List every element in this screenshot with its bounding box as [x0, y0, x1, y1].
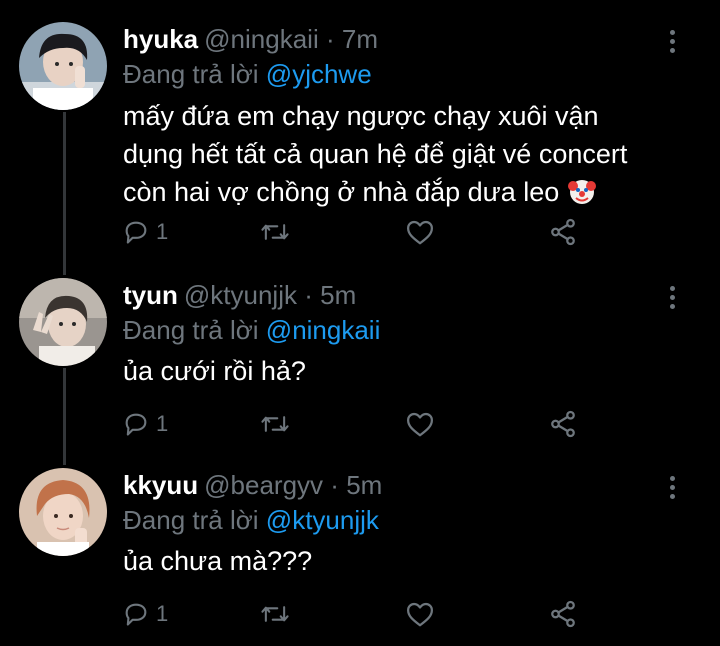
retweet-button[interactable]: [259, 406, 291, 442]
more-vertical-icon[interactable]: [662, 28, 682, 58]
user-handle[interactable]: @ningkaii: [204, 24, 319, 54]
replying-to: Đang trả lời @yjchwe: [123, 59, 372, 89]
tweet-actions: 1: [0, 214, 720, 250]
reply-icon: [125, 221, 147, 244]
replying-to: Đang trả lời @ktyunjjk: [123, 505, 379, 535]
more-vertical-icon[interactable]: [662, 284, 682, 314]
avatar[interactable]: [19, 22, 107, 110]
tweet-actions: 1: [0, 406, 720, 442]
tweet-text-line: còn hai vợ chồng ở nhà đắp dưa leo: [123, 177, 560, 207]
tweet[interactable]: hyuka @ningkaii · 7m Đang trả lời @yjchwe…: [0, 0, 720, 262]
tweet-actions: 1: [0, 596, 720, 632]
reply-button[interactable]: 1: [122, 406, 168, 442]
retweet-icon: [261, 224, 289, 240]
separator-dot: ·: [325, 24, 335, 54]
tweet-header: hyuka @ningkaii · 7m: [123, 24, 378, 54]
share-icon: [551, 218, 575, 246]
replying-prefix: Đang trả lời: [123, 505, 259, 535]
retweet-button[interactable]: [259, 596, 291, 632]
share-icon: [551, 410, 575, 438]
tweet-text-line: dụng hết tất cả quan hệ để giật vé conce…: [123, 139, 628, 169]
tweet-text-line: ủa cưới rồi hả?: [123, 356, 306, 386]
mention-link[interactable]: @yjchwe: [266, 59, 372, 89]
display-name[interactable]: kkyuu: [123, 470, 198, 500]
reply-count: 1: [156, 219, 169, 244]
share-button[interactable]: [548, 596, 578, 632]
tweet-text: mấy đứa em chạy ngược chạy xuôi vận dụng…: [123, 97, 627, 211]
heart-icon: [407, 602, 433, 627]
user-handle[interactable]: @beargyv: [204, 470, 323, 500]
heart-icon: [407, 220, 433, 245]
reply-icon: [125, 603, 147, 626]
timestamp[interactable]: 5m: [346, 470, 382, 500]
tweet-header: tyun @ktyunjjk · 5m: [123, 280, 356, 310]
share-button[interactable]: [548, 406, 578, 442]
heart-icon: [407, 412, 433, 437]
tweet-text-line: ủa chưa mà???: [123, 546, 313, 576]
share-button[interactable]: [548, 214, 578, 250]
replying-to: Đang trả lời @ningkaii: [123, 315, 380, 345]
display-name[interactable]: hyuka: [123, 24, 198, 54]
retweet-icon: [261, 416, 289, 432]
timestamp[interactable]: 5m: [320, 280, 356, 310]
separator-dot: ·: [330, 470, 339, 500]
separator-dot: ·: [304, 280, 313, 310]
clown-face-emoji: [567, 176, 597, 206]
replying-prefix: Đang trả lời: [123, 59, 259, 89]
reply-button[interactable]: 1: [122, 214, 168, 250]
tweet[interactable]: tyun @ktyunjjk · 5m Đang trả lời @ningkai…: [0, 256, 720, 448]
mention-link[interactable]: @ktyunjjk: [266, 505, 379, 535]
replying-prefix: Đang trả lời: [123, 315, 259, 345]
reply-button[interactable]: 1: [122, 596, 168, 632]
tweet-text: ủa cưới rồi hả?: [123, 352, 306, 390]
retweet-icon: [261, 606, 289, 622]
like-button[interactable]: [405, 596, 435, 632]
share-icon: [551, 600, 575, 628]
reply-icon: [125, 413, 147, 436]
more-vertical-icon[interactable]: [662, 474, 682, 504]
tweet-header: kkyuu @beargyv · 5m: [123, 470, 382, 500]
avatar[interactable]: [19, 468, 107, 556]
reply-count: 1: [156, 601, 169, 626]
tweet-text-line: mấy đứa em chạy ngược chạy xuôi vận: [123, 101, 599, 131]
mention-link[interactable]: @ningkaii: [266, 315, 381, 345]
like-button[interactable]: [405, 214, 435, 250]
timestamp[interactable]: 7m: [342, 24, 378, 54]
like-button[interactable]: [405, 406, 435, 442]
display-name[interactable]: tyun: [123, 280, 178, 310]
reply-count: 1: [156, 411, 169, 436]
user-handle[interactable]: @ktyunjjk: [184, 280, 297, 310]
tweet[interactable]: kkyuu @beargyv · 5m Đang trả lời @ktyunjj…: [0, 446, 720, 646]
avatar[interactable]: [19, 278, 107, 366]
retweet-button[interactable]: [259, 214, 291, 250]
tweet-text: ủa chưa mà???: [123, 542, 312, 580]
